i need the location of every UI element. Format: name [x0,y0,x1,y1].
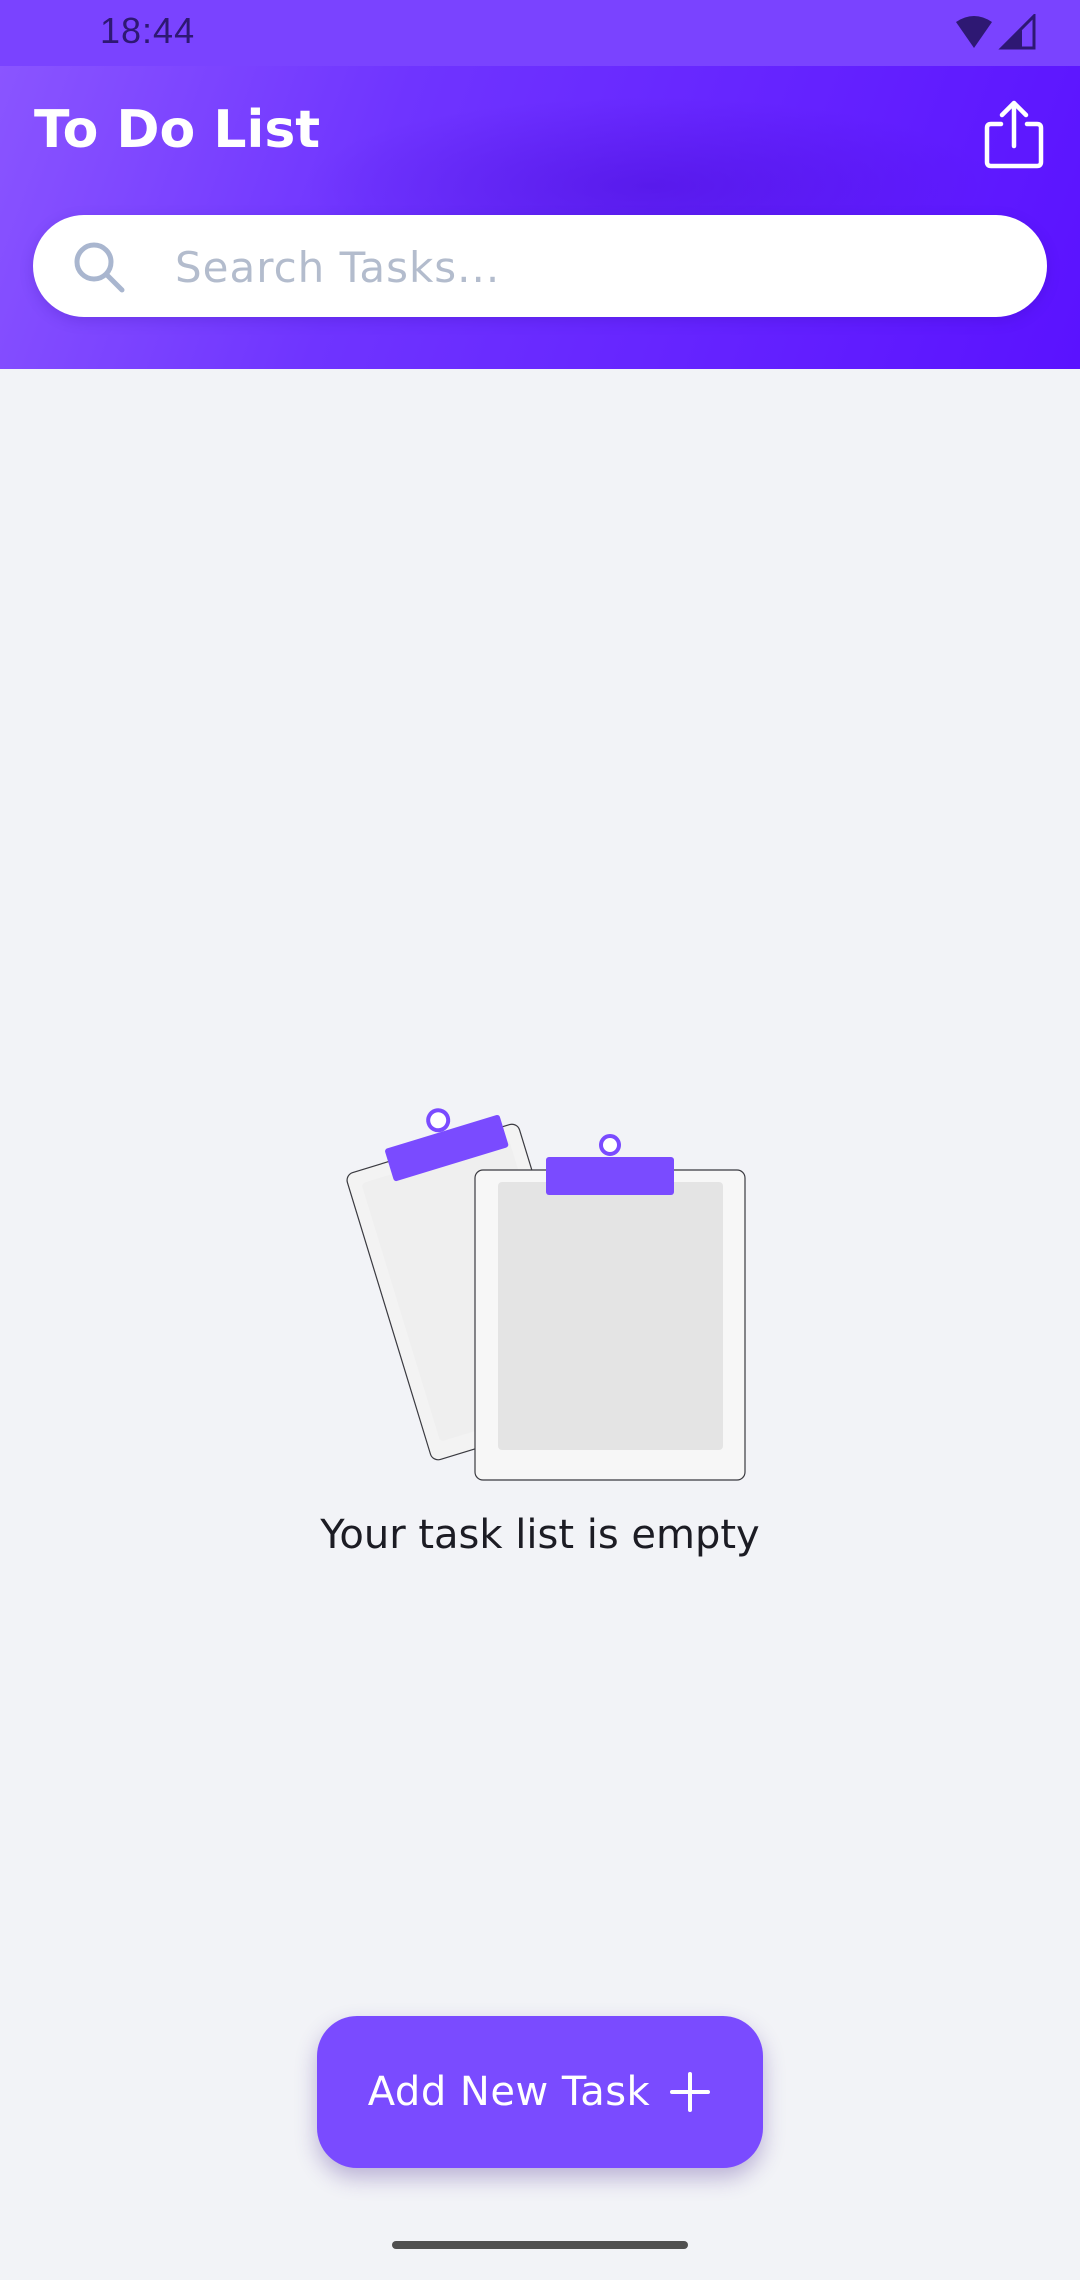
page-title: To Do List [34,100,321,160]
status-time: 18:44 [100,10,196,51]
status-bar: 18:44 [0,0,1080,66]
plus-icon [670,2072,711,2112]
search-input[interactable] [173,233,1017,301]
clipboards-icon [346,1108,746,1481]
home-indicator[interactable] [392,2241,688,2249]
empty-state-message: Your task list is empty [320,1512,760,1558]
search-icon [74,242,125,293]
share-button[interactable] [977,98,1051,172]
wifi-icon [956,16,992,48]
add-task-button[interactable]: Add New Task [317,2016,763,2168]
app-header: To Do List [0,66,1080,369]
share-icon [984,100,1044,169]
status-icons [956,14,1036,50]
signal-icon [998,14,1036,50]
search-bar[interactable] [33,215,1047,317]
add-task-label: Add New Task [367,2069,651,2115]
